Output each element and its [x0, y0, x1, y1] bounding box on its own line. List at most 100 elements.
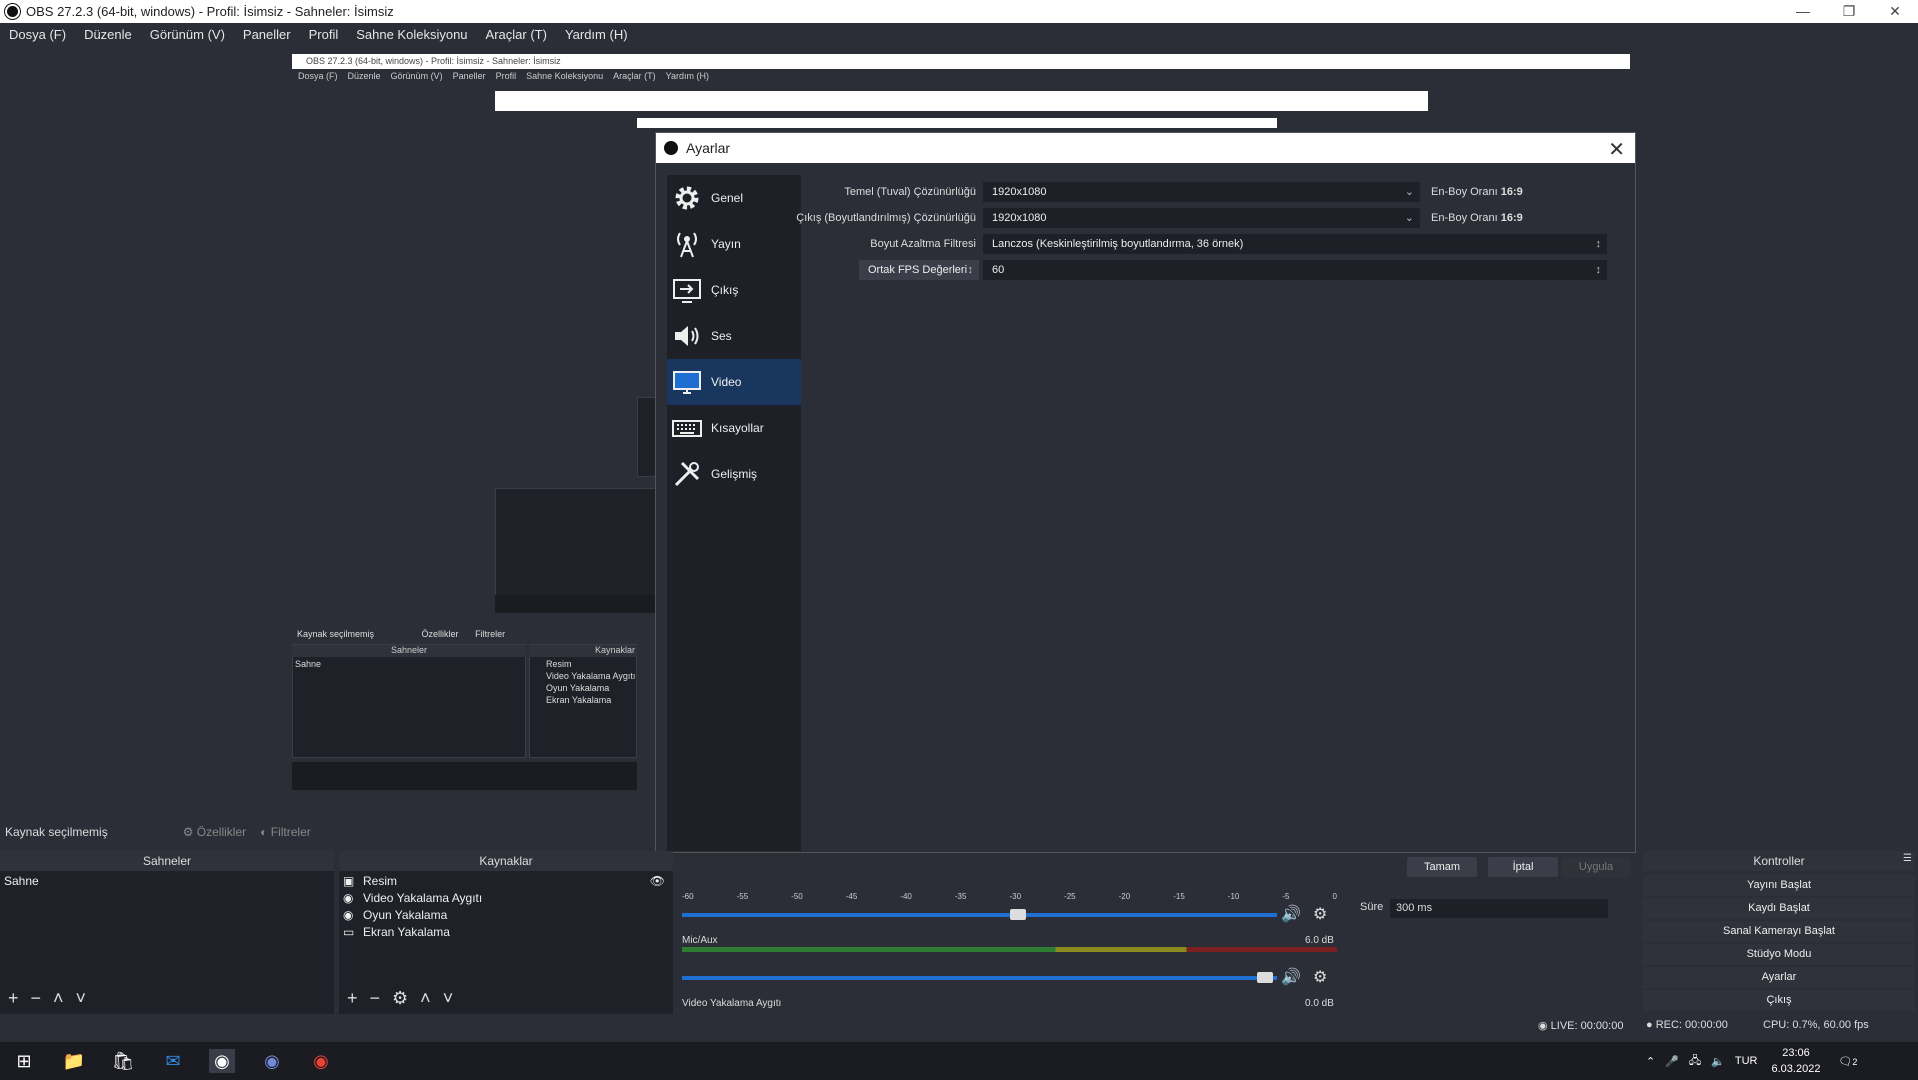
- mail-icon[interactable]: ✉: [160, 1049, 186, 1073]
- source-item-game-capture[interactable]: ◉ Oyun Yakalama: [343, 907, 673, 924]
- nested-filters-button[interactable]: Filtreler: [475, 629, 505, 639]
- ok-button[interactable]: Tamam: [1407, 857, 1477, 877]
- obs-logo-icon: [5, 4, 20, 19]
- nested-level-2-taskbar: [495, 595, 655, 613]
- output-resolution-row: Çıkış (Boyutlandırılmış) Çözünürlüğü 192…: [656, 208, 1636, 228]
- updown-arrow-icon: ↕: [1595, 238, 1602, 250]
- remove-source-button[interactable]: −: [370, 988, 381, 1009]
- minimize-button[interactable]: —: [1780, 0, 1826, 23]
- base-resolution-label: Temel (Tuval) Çözünürlüğü: [844, 186, 976, 198]
- start-streaming-button[interactable]: Yayını Başlat: [1643, 875, 1915, 896]
- chevron-up-icon[interactable]: ⌃: [1646, 1055, 1655, 1068]
- mic-volume-handle[interactable]: [1257, 972, 1273, 983]
- close-window-button[interactable]: ✕: [1872, 0, 1918, 23]
- filters-button[interactable]: ◐ Filtreler: [260, 825, 311, 839]
- eye-icon[interactable]: 👁: [650, 873, 665, 890]
- menu-edit[interactable]: Düzenle: [75, 27, 141, 42]
- menu-profile[interactable]: Profil: [300, 27, 348, 42]
- settings-tab-advanced[interactable]: Gelişmiş: [667, 451, 801, 497]
- language-indicator[interactable]: TUR: [1735, 1055, 1758, 1067]
- nested-properties-button[interactable]: Özellikler: [422, 629, 459, 639]
- desktop-volume-slider[interactable]: [682, 913, 1277, 917]
- updown-arrow-icon: ↕: [967, 264, 974, 276]
- gear-icon[interactable]: ⚙: [1313, 904, 1327, 924]
- source-settings-button[interactable]: ⚙: [392, 988, 408, 1009]
- menu-tools[interactable]: Araçlar (T): [477, 27, 556, 42]
- live-status: ◉ LIVE: 00:00:00: [1538, 1020, 1624, 1032]
- output-resolution-select[interactable]: 1920x1080 ⌄: [983, 208, 1420, 228]
- duration-input[interactable]: 300 ms: [1390, 899, 1608, 918]
- mic-meter-bar: [682, 947, 1337, 952]
- menu-docks[interactable]: Paneller: [234, 27, 300, 42]
- remove-scene-button[interactable]: −: [31, 988, 42, 1009]
- clock[interactable]: 23:06 6.03.2022: [1772, 1045, 1821, 1077]
- speaker-icon[interactable]: 🔊: [1281, 904, 1301, 924]
- chrome-icon[interactable]: ◉: [308, 1049, 334, 1073]
- add-scene-button[interactable]: +: [8, 988, 19, 1009]
- updown-arrow-icon: ↕: [1595, 264, 1602, 276]
- gear-icon[interactable]: ⚙: [1313, 967, 1327, 987]
- network-icon[interactable]: 🖧: [1689, 1052, 1701, 1071]
- properties-button[interactable]: ⚙ Özellikler: [183, 825, 246, 839]
- scene-item[interactable]: Sahne: [4, 873, 39, 890]
- output-resolution-label: Çıkış (Boyutlandırılmış) Çözünürlüğü: [796, 212, 976, 224]
- nested-level-3: [637, 118, 1277, 128]
- scenes-header: Sahneler: [0, 851, 334, 871]
- start-virtual-camera-button[interactable]: Sanal Kamerayı Başlat: [1643, 921, 1915, 942]
- base-resolution-select[interactable]: 1920x1080 ⌄: [983, 182, 1420, 202]
- fps-type-select[interactable]: Ortak FPS Değerleri ↕: [859, 260, 979, 280]
- dock-menu-icon[interactable]: ☰: [1903, 853, 1912, 864]
- file-explorer-icon[interactable]: 📁: [61, 1049, 87, 1073]
- chevron-down-icon: ⌄: [1404, 212, 1414, 224]
- no-source-label: Kaynak seçilmemiş: [5, 825, 108, 839]
- source-item-video-capture[interactable]: ◉ Video Yakalama Aygıtı: [343, 890, 673, 907]
- fps-value-select[interactable]: 60 ↕: [983, 260, 1607, 280]
- source-item-image[interactable]: ▣ Resim 👁: [343, 873, 673, 890]
- nested-scene-item: Sahne: [295, 659, 322, 669]
- obs-taskbar-icon[interactable]: ◉: [209, 1049, 235, 1073]
- volume-icon[interactable]: 🔈: [1711, 1055, 1725, 1068]
- video-db-label: 0.0 dB: [1305, 998, 1334, 1009]
- menu-view[interactable]: Görünüm (V): [141, 27, 234, 42]
- controls-header: Kontroller: [1643, 851, 1915, 871]
- nested-source-bar: Kaynak seçilmemiş Özellikler Filtreler: [297, 629, 506, 639]
- apply-button[interactable]: Uygula: [1561, 857, 1631, 877]
- move-up-button[interactable]: ˄: [53, 988, 64, 1009]
- rec-status: ● REC: 00:00:00: [1646, 1019, 1728, 1031]
- mic-icon[interactable]: 🎤: [1665, 1055, 1679, 1068]
- start-menu-icon[interactable]: ⊞: [11, 1049, 37, 1073]
- mic-volume-slider[interactable]: [682, 976, 1277, 980]
- system-tray: ⌃ 🎤 🖧 🔈 TUR 23:06 6.03.2022 🗨2: [1646, 1042, 1857, 1080]
- exit-button[interactable]: Çıkış: [1643, 990, 1915, 1011]
- source-up-button[interactable]: ˄: [420, 988, 431, 1009]
- desktop-volume-handle[interactable]: [1010, 909, 1026, 920]
- gamepad-icon: ◉: [343, 908, 354, 922]
- settings-tab-hotkeys[interactable]: Kısayollar: [667, 405, 801, 451]
- nested-source-item: Ekran Yakalama: [546, 695, 612, 705]
- source-item-display-capture[interactable]: ▭ Ekran Yakalama: [343, 924, 673, 941]
- menu-file[interactable]: Dosya (F): [0, 27, 75, 42]
- base-resolution-row: Temel (Tuval) Çözünürlüğü 1920x1080 ⌄ En…: [656, 182, 1636, 202]
- close-dialog-button[interactable]: ✕: [1608, 137, 1625, 162]
- nested-titlebar: OBS 27.2.3 (64-bit, windows) - Profil: İ…: [292, 54, 1630, 69]
- menu-bar: Dosya (F) Düzenle Görünüm (V) Paneller P…: [0, 23, 1918, 45]
- add-source-button[interactable]: +: [347, 988, 358, 1009]
- discord-icon[interactable]: ◉: [259, 1049, 285, 1073]
- store-icon[interactable]: 🛍: [110, 1049, 136, 1073]
- settings-tab-video[interactable]: Video: [667, 359, 801, 405]
- notification-icon[interactable]: 🗨2: [1838, 1055, 1857, 1068]
- source-down-button[interactable]: ˅: [443, 988, 454, 1009]
- settings-button[interactable]: Ayarlar: [1643, 967, 1915, 988]
- menu-help[interactable]: Yardım (H): [556, 27, 637, 42]
- restore-button[interactable]: ❐: [1826, 0, 1872, 23]
- move-down-button[interactable]: ˅: [76, 988, 87, 1009]
- downscale-filter-select[interactable]: Lanczos (Keskinleştirilmiş boyutlandırma…: [983, 234, 1607, 254]
- settings-titlebar: Ayarlar ✕: [656, 133, 1635, 163]
- cpu-status: CPU: 0.7%, 60.00 fps: [1763, 1019, 1869, 1031]
- studio-mode-button[interactable]: Stüdyo Modu: [1643, 944, 1915, 965]
- speaker-icon[interactable]: 🔊: [1281, 967, 1301, 987]
- start-recording-button[interactable]: Kaydı Başlat: [1643, 898, 1915, 919]
- cancel-button[interactable]: İptal: [1488, 857, 1558, 877]
- menu-scene-collection[interactable]: Sahne Koleksiyonu: [347, 27, 476, 42]
- settings-tab-audio[interactable]: Ses: [667, 313, 801, 359]
